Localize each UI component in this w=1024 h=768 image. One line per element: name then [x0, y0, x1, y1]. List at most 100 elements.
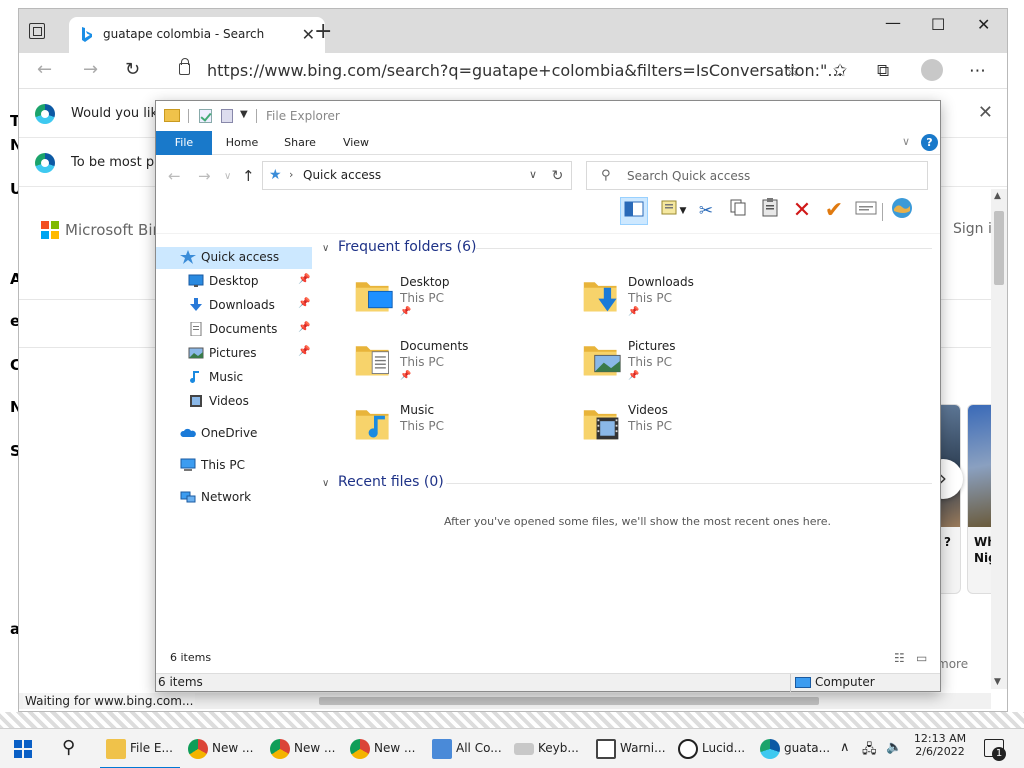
nav-item-documents[interactable]: Documents 📌 [156, 319, 312, 341]
clipboard-icon [762, 198, 778, 217]
help-icon[interactable]: ? [921, 134, 938, 151]
nav-item-downloads[interactable]: Downloads 📌 [156, 295, 312, 317]
rename-button[interactable]: ✔ [820, 197, 848, 225]
sign-in-link[interactable]: Sign i [953, 221, 992, 237]
nav-item-videos[interactable]: Videos [156, 391, 312, 413]
items-count: 6 items [170, 651, 212, 664]
add-favorite-icon[interactable]: ☆ [785, 61, 800, 81]
back-icon[interactable]: ← [168, 167, 181, 185]
url-field[interactable]: https://www.bing.com/search?q=guatape+co… [169, 57, 843, 85]
show-hidden-icons-icon[interactable]: ∧ [840, 740, 850, 755]
start-button[interactable] [14, 740, 32, 758]
search-icon[interactable]: ⚲ [62, 737, 75, 758]
videos-icon [188, 394, 204, 408]
browser-tab-active[interactable]: guatape colombia - Search ✕ [69, 17, 325, 53]
paste-button[interactable] [756, 197, 784, 225]
nav-item-onedrive[interactable]: OneDrive [156, 423, 312, 445]
taskbar-item[interactable]: All Co... [426, 729, 506, 768]
clock[interactable]: 12:13 AM 2/6/2022 [910, 732, 970, 758]
volume-muted-icon[interactable]: 🔈 [886, 740, 902, 755]
more-link[interactable]: more [937, 657, 968, 671]
explorer-search-input[interactable]: ⚲ Search Quick access [586, 161, 928, 190]
address-dropdown-icon[interactable]: ∨ [529, 168, 537, 181]
taskbar-item-label: New ... [212, 741, 254, 755]
folder-icon [164, 109, 180, 122]
up-icon[interactable]: ↑ [242, 167, 255, 185]
folder-tile-pictures[interactable]: Pictures This PC 📌 [582, 337, 782, 389]
taskbar-item[interactable]: guata... [754, 729, 834, 768]
forward-icon[interactable]: → [83, 59, 98, 80]
taskbar-item[interactable]: Lucid... [672, 729, 752, 768]
tab-file[interactable]: File [156, 131, 212, 155]
recent-files-header[interactable]: Recent files (0) [338, 474, 444, 490]
scroll-thumb[interactable] [319, 697, 819, 705]
folder-tile-desktop[interactable]: Desktop This PC 📌 [354, 273, 554, 325]
taskbar-item[interactable]: File E... [100, 729, 180, 768]
frequent-folders-header[interactable]: Frequent folders (6) [338, 239, 477, 255]
cut-button[interactable]: ✂ [692, 197, 720, 225]
taskbar: ⚲ File E... New ... New ... New ... All Co..… [0, 728, 1024, 768]
delete-button[interactable]: ✕ [788, 197, 816, 225]
folder-name: Documents [400, 339, 469, 353]
minimize-icon[interactable]: — [885, 13, 901, 32]
profile-avatar[interactable] [921, 59, 943, 81]
network-icon[interactable]: 🖧 [862, 740, 877, 762]
close-window-icon[interactable]: ✕ [977, 15, 990, 34]
forward-icon[interactable]: → [198, 167, 211, 185]
nav-item-this-pc[interactable]: This PC [156, 455, 312, 477]
scroll-thumb[interactable] [994, 211, 1004, 285]
refresh-icon[interactable]: ↻ [125, 59, 140, 80]
globe-button[interactable] [888, 197, 916, 225]
nav-item-network[interactable]: Network [156, 487, 312, 509]
new-tab-icon[interactable]: + [314, 19, 332, 44]
explorer-address-bar[interactable]: ★ › Quick access ∨ [262, 161, 572, 190]
back-icon[interactable]: ← [37, 59, 52, 80]
collections-icon[interactable]: ⧉ [877, 61, 889, 81]
more-options-icon[interactable]: ⋯ [969, 61, 986, 81]
favorites-icon[interactable]: ✩ [833, 61, 847, 81]
customize-toolbar-icon[interactable]: ▼ [240, 109, 248, 120]
taskbar-item[interactable]: Keyb... [508, 729, 588, 768]
tab-home[interactable]: Home [216, 131, 268, 155]
recent-locations-icon[interactable]: ∨ [224, 171, 231, 182]
properties-icon[interactable] [199, 109, 212, 123]
folder-tile-music[interactable]: Music This PC [354, 401, 554, 453]
nav-item-desktop[interactable]: Desktop 📌 [156, 271, 312, 293]
tab-close-icon[interactable]: ✕ [302, 25, 315, 44]
tab-view[interactable]: View [330, 131, 382, 155]
delete-x-icon: ✕ [792, 198, 812, 223]
folder-name: Pictures [628, 339, 676, 353]
taskbar-item[interactable]: New ... [264, 729, 344, 768]
tab-actions-icon[interactable] [29, 23, 45, 39]
taskbar-item[interactable]: New ... [344, 729, 424, 768]
desktop: T N U A e C N S a guatape colombia - Sea… [0, 0, 1024, 768]
notification-close-icon[interactable]: ✕ [978, 102, 993, 123]
folder-tile-videos[interactable]: Videos This PC [582, 401, 782, 453]
collapse-recent-icon[interactable]: ∨ [322, 478, 329, 489]
scroll-up-icon[interactable]: ▲ [994, 191, 1001, 201]
details-view-icon[interactable]: ☷ [894, 651, 905, 665]
scroll-down-icon[interactable]: ▼ [994, 677, 1001, 687]
preview-pane-button[interactable] [620, 197, 648, 225]
taskbar-item[interactable]: New ... [182, 729, 262, 768]
lucid-icon [678, 739, 698, 759]
new-item-dropdown-icon[interactable]: ▼ [676, 197, 690, 225]
nav-item-pictures[interactable]: Pictures 📌 [156, 343, 312, 365]
quick-access-star-icon: ★ [269, 167, 282, 183]
nav-item-music[interactable]: Music [156, 367, 312, 389]
expand-ribbon-icon[interactable]: ∨ [902, 135, 910, 148]
large-icons-view-icon[interactable]: ▭ [916, 651, 927, 665]
breadcrumb-chevron-icon[interactable]: › [289, 168, 293, 181]
taskbar-item[interactable]: Warni... [590, 729, 670, 768]
new-folder-icon[interactable] [221, 109, 233, 123]
vertical-scrollbar[interactable]: ▲ ▼ [991, 189, 1007, 689]
folder-tile-documents[interactable]: Documents This PC 📌 [354, 337, 554, 389]
refresh-button[interactable]: ↻ [544, 161, 572, 190]
maximize-icon[interactable]: ☐ [931, 15, 945, 34]
folder-tile-downloads[interactable]: Downloads This PC 📌 [582, 273, 782, 325]
tab-share[interactable]: Share [274, 131, 326, 155]
properties-button[interactable] [852, 197, 880, 225]
nav-item-quick-access[interactable]: Quick access [156, 247, 312, 269]
copy-button[interactable] [724, 197, 752, 225]
collapse-frequent-icon[interactable]: ∨ [322, 243, 329, 254]
